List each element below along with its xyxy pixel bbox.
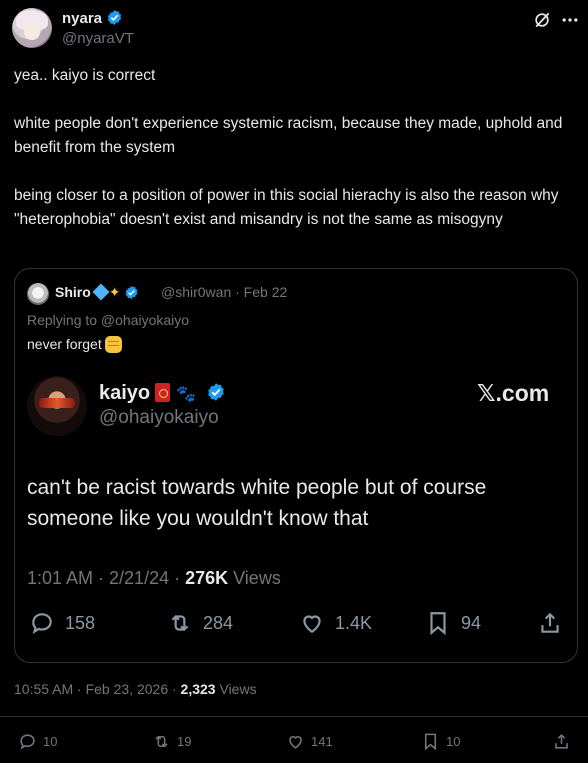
- embedded-share: [537, 610, 573, 636]
- embedded-meta-time: 1:01 AM · 2/21/24 ·: [27, 568, 186, 588]
- reply-icon: [20, 734, 35, 750]
- quoted-post[interactable]: Shiro ✦ @shir0wan · Feb 22 Replying to @o…: [14, 268, 578, 663]
- post-paragraph: yea.. kaiyo is correct: [14, 67, 156, 84]
- more-options-icon[interactable]: [560, 10, 580, 30]
- author-handle[interactable]: @nyaraVT: [62, 30, 134, 47]
- embedded-reply: 158: [29, 610, 95, 636]
- views-label[interactable]: Views: [216, 681, 256, 697]
- quote-avatar[interactable]: [27, 283, 49, 305]
- verified-badge-icon: [108, 10, 122, 25]
- sparkles-icon: ✦: [108, 284, 121, 300]
- quote-text: never forget: [27, 336, 122, 353]
- post-body: yea.. kaiyo is correct white people don'…: [14, 64, 574, 232]
- verified-badge-icon: [126, 285, 138, 300]
- timestamp-text[interactable]: 10:55 AM · Feb 23, 2026 ·: [14, 681, 181, 697]
- post-paragraph: being closer to a position of power in t…: [14, 187, 559, 228]
- divider: [0, 716, 588, 717]
- quote-author-name-text[interactable]: Shiro: [55, 284, 91, 300]
- embedded-author-name: kaiyo 🐾: [99, 382, 226, 405]
- raised-fist-icon: [104, 336, 122, 353]
- author-name[interactable]: nyara: [62, 9, 123, 27]
- like-count: 141: [311, 734, 333, 749]
- embedded-meta: 1:01 AM · 2/21/24 · 276K Views: [27, 568, 281, 589]
- embedded-author-handle: @ohaiyokaiyo: [99, 407, 219, 428]
- embedded-repost: 284: [167, 610, 233, 636]
- bookmark-count: 10: [446, 734, 461, 749]
- share-icon: [555, 734, 568, 749]
- reply-count: 10: [43, 734, 58, 749]
- paw-prints-icon: 🐾: [176, 386, 197, 403]
- quote-text-content: never forget: [27, 336, 102, 352]
- embedded-reply-count: 158: [65, 612, 96, 633]
- repost-icon: [171, 614, 189, 632]
- replying-to[interactable]: Replying to @ohaiyokaiyo: [27, 312, 189, 328]
- embedded-like: 1.4K: [299, 610, 372, 636]
- post-timestamp[interactable]: 10:55 AM · Feb 23, 2026 · 2,323 Views: [14, 681, 257, 697]
- embedded-text: can't be racist towards white people but…: [27, 476, 487, 530]
- embedded-bookmark-count: 94: [461, 612, 482, 633]
- heart-icon: [303, 615, 321, 633]
- quote-handle-date[interactable]: @shir0wan · Feb 22: [161, 284, 287, 300]
- embedded-author-name-text: kaiyo: [99, 382, 151, 404]
- bookmark-icon: [430, 612, 446, 636]
- share-button[interactable]: [552, 732, 577, 751]
- diamond-icon: [92, 283, 110, 301]
- embedded-like-count: 1.4K: [335, 612, 373, 633]
- embedded-image[interactable]: kaiyo 🐾 @ohaiyokaiyo 𝕏.com can't be racis…: [27, 364, 565, 649]
- like-button[interactable]: 141: [286, 732, 333, 751]
- reply-button[interactable]: 10: [18, 732, 57, 751]
- verified-badge-icon: [207, 383, 224, 401]
- embedded-views-label: Views: [228, 568, 281, 588]
- share-icon: [541, 612, 559, 633]
- bookmark-icon: [424, 733, 437, 751]
- red-envelope-icon: [155, 383, 171, 402]
- embedded-bookmark: 94: [425, 610, 481, 636]
- views-count[interactable]: 2,323: [181, 681, 216, 697]
- embedded-actions: 158 284 1.4K 94: [27, 610, 565, 640]
- bookmark-button[interactable]: 10: [421, 732, 460, 751]
- repost-count: 19: [177, 734, 192, 749]
- repost-button[interactable]: 19: [152, 732, 191, 751]
- grok-icon[interactable]: [532, 10, 552, 30]
- repost-icon: [155, 735, 168, 748]
- quote-author-name[interactable]: Shiro ✦: [55, 283, 139, 301]
- embedded-repost-count: 284: [203, 612, 234, 633]
- avatar[interactable]: [12, 8, 52, 48]
- reply-icon: [32, 613, 52, 635]
- heart-icon: [289, 736, 302, 749]
- embedded-avatar: [27, 376, 87, 436]
- x-com-logo: 𝕏.com: [477, 380, 550, 406]
- author-name-text[interactable]: nyara: [62, 10, 102, 27]
- embedded-views-count: 276K: [185, 568, 229, 588]
- post-paragraph: white people don't experience systemic r…: [14, 115, 563, 156]
